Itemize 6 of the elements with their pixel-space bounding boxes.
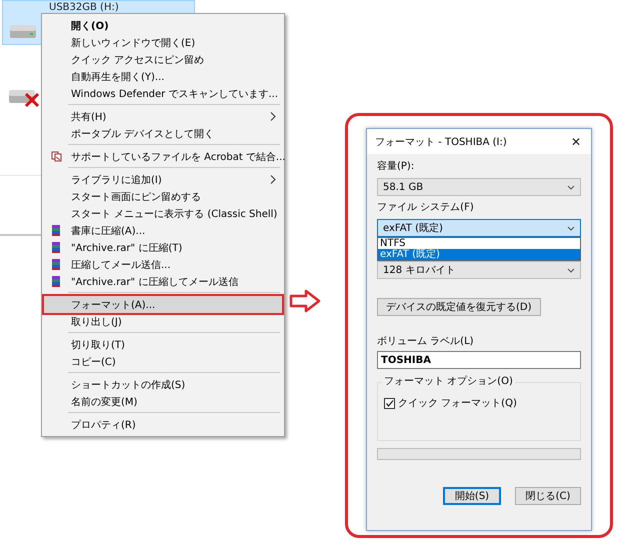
field-label: ボリューム ラベル(L): [377, 336, 475, 348]
group-title: フォーマット オプション(O): [382, 376, 515, 388]
field-label: 容量(P):: [377, 161, 416, 173]
field-label: ファイル システム(F): [377, 202, 475, 214]
window-title: フォーマット - TOSHIBA (I:): [375, 136, 507, 148]
drive-label: USB32GB (H:): [49, 2, 119, 13]
